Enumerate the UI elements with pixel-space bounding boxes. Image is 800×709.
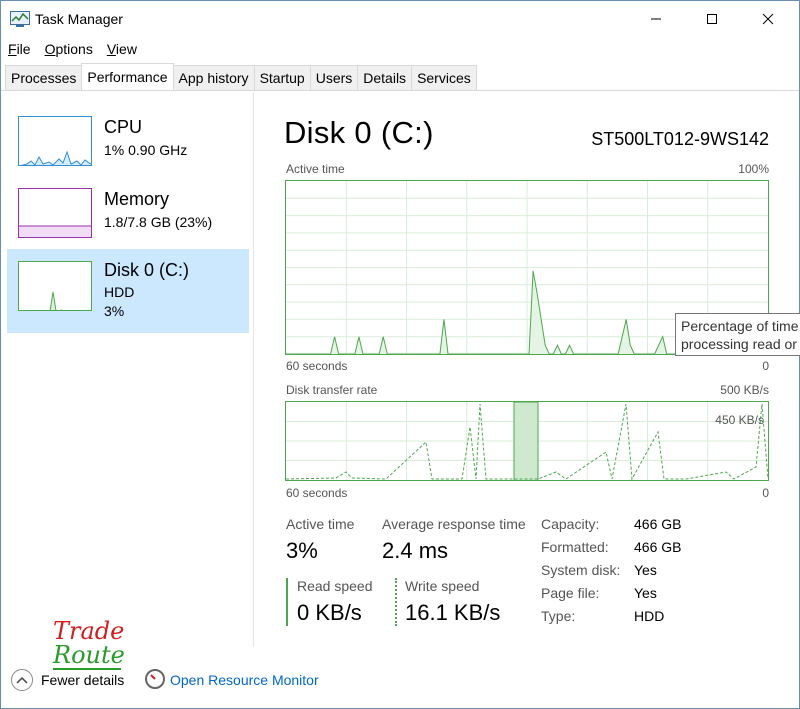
write-speed-value: 16.1 KB/s (405, 600, 501, 625)
active-time-stat-value: 3% (286, 538, 318, 563)
tab-users[interactable]: Users (309, 65, 359, 90)
maximize-icon (707, 14, 717, 24)
read-speed-value: 0 KB/s (297, 600, 362, 625)
cpu-thumbnail-graph (18, 116, 92, 166)
performance-sidebar: CPU 1% 0.90 GHz Memory 1.8/7.8 GB (23%) … (1, 92, 254, 647)
tab-details[interactable]: Details (357, 65, 413, 90)
active-time-chart-min: 0 (762, 359, 769, 373)
minimize-button[interactable] (633, 1, 679, 37)
transfer-rate-chart-min: 0 (762, 486, 769, 500)
menu-view[interactable]: View (100, 39, 144, 61)
transfer-rate-burst (514, 402, 538, 480)
fewer-details-link[interactable]: Fewer details (41, 672, 124, 688)
transfer-rate-scale: 450 KB/s (715, 413, 764, 427)
formatted-label: Formatted: (541, 539, 609, 555)
resource-monitor-icon[interactable] (145, 669, 165, 689)
sidebar-item-disk[interactable]: Disk 0 (C:) HDD 3% (7, 249, 249, 333)
menu-options-accesskey: O (44, 41, 56, 57)
sidebar-disk-title: Disk 0 (C:) (104, 260, 189, 280)
minimize-icon (651, 18, 661, 20)
sidebar-cpu-detail: 1% 0.90 GHz (104, 142, 188, 158)
disk-title: Disk 0 (C:) (284, 115, 434, 150)
tab-processes[interactable]: Processes (5, 65, 83, 90)
transfer-rate-chart: 450 KB/s (285, 401, 769, 481)
menu-options[interactable]: Options (38, 39, 100, 61)
transfer-rate-chart-xlabel: 60 seconds (286, 486, 348, 500)
close-icon (762, 13, 774, 25)
page-file-value: Yes (634, 585, 657, 601)
page-file-label: Page file: (541, 585, 600, 601)
disk-model: ST500LT012-9WS142 (591, 129, 769, 149)
active-time-tooltip: Percentage of time processing read or (675, 313, 800, 356)
tab-app-history[interactable]: App history (172, 65, 255, 90)
write-speed-indicator (395, 578, 397, 626)
tab-bar: Processes Performance App history Startu… (1, 63, 799, 91)
task-manager-app-icon (10, 11, 30, 27)
disk-thumbnail-graph (18, 261, 92, 311)
write-speed-label: Write speed (405, 578, 480, 594)
tab-services[interactable]: Services (411, 65, 477, 90)
system-disk-value: Yes (634, 562, 657, 578)
transfer-rate-graph (286, 402, 768, 480)
read-speed-indicator (286, 578, 288, 626)
system-disk-label: System disk: (541, 562, 621, 578)
type-label: Type: (541, 608, 576, 624)
response-time-label: Average response time (382, 516, 526, 532)
transfer-rate-chart-label: Disk transfer rate (286, 383, 378, 397)
tooltip-line-2: processing read or (681, 336, 797, 352)
menu-view-label: iew (115, 41, 137, 57)
menu-file-accesskey: F (8, 41, 17, 57)
title-bar: Task Manager (1, 1, 799, 37)
sidebar-disk-usage: 3% (104, 303, 125, 319)
tab-performance[interactable]: Performance (81, 63, 174, 90)
active-time-stat-label: Active time (286, 516, 355, 532)
transfer-rate-chart-max: 500 KB/s (720, 383, 769, 397)
maximize-button[interactable] (689, 1, 735, 37)
menu-bar: File Options View (1, 39, 144, 61)
footer-bar: Fewer details Open Resource Monitor (1, 664, 799, 698)
sidebar-disk-type: HDD (104, 284, 135, 300)
menu-options-label: ptions (55, 41, 93, 57)
active-time-chart-xlabel: 60 seconds (286, 359, 348, 373)
sidebar-cpu-title: CPU (104, 117, 143, 137)
capacity-value: 466 GB (634, 516, 682, 532)
watermark-line-1: Trade (53, 617, 125, 645)
sidebar-memory-detail: 1.8/7.8 GB (23%) (104, 214, 213, 230)
tab-startup[interactable]: Startup (253, 65, 311, 90)
chevron-up-icon[interactable] (11, 669, 33, 691)
menu-file[interactable]: File (1, 39, 38, 61)
type-value: HDD (634, 608, 665, 624)
capacity-label: Capacity: (541, 516, 600, 532)
close-button[interactable] (745, 1, 791, 37)
window-title: Task Manager (35, 11, 123, 27)
task-manager-window: Task Manager File Options View Processes… (0, 0, 800, 709)
formatted-value: 466 GB (634, 539, 682, 555)
response-time-value: 2.4 ms (382, 538, 449, 563)
disk-detail-panel: Disk 0 (C:) ST500LT012-9WS142 Active tim… (255, 92, 800, 647)
sidebar-memory-title: Memory (104, 189, 170, 209)
menu-view-accesskey: V (106, 41, 116, 57)
tooltip-line-1: Percentage of time (681, 318, 799, 334)
active-time-chart-label: Active time (286, 162, 345, 176)
read-speed-label: Read speed (297, 578, 373, 594)
open-resource-monitor-link[interactable]: Open Resource Monitor (170, 672, 319, 688)
active-time-chart-max: 100% (738, 162, 769, 176)
memory-thumbnail-graph (18, 188, 92, 238)
menu-file-label: ile (16, 41, 31, 57)
